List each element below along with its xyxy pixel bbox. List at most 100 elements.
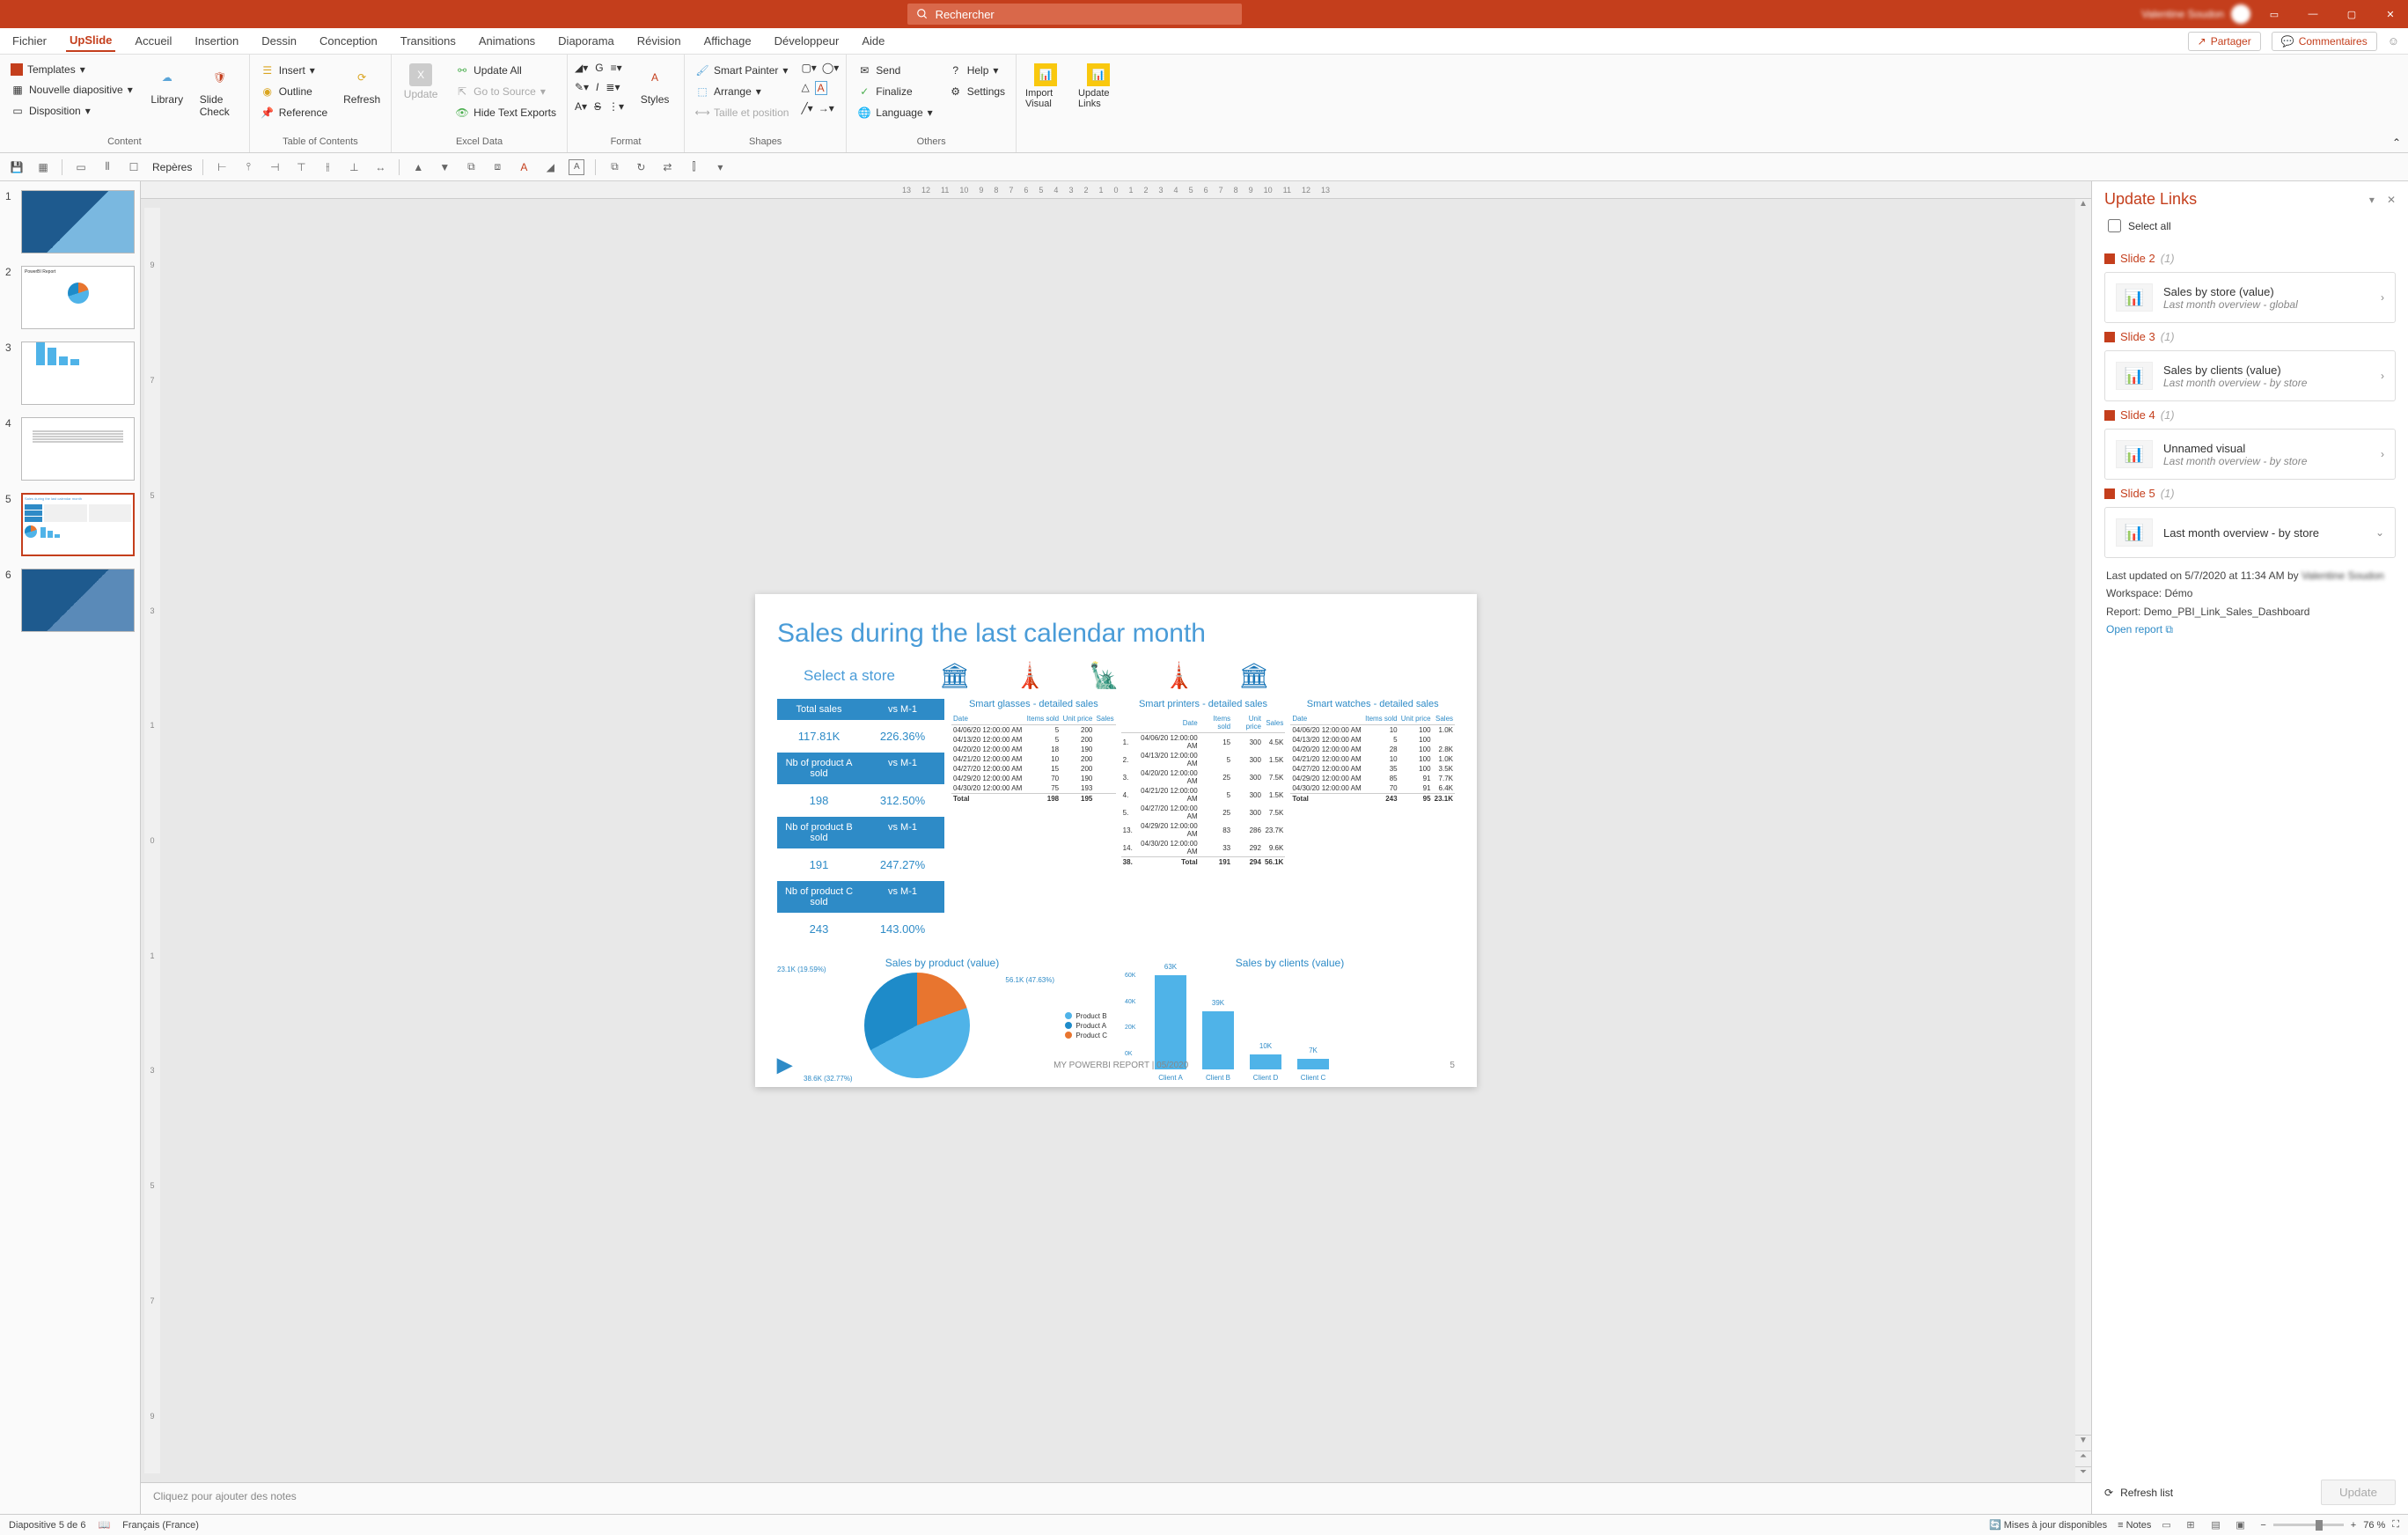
templates-button[interactable]: Templates ▾ <box>7 62 136 77</box>
zoom-in-icon[interactable]: + <box>2351 1520 2356 1531</box>
link-card[interactable]: 📊Sales by clients (value)Last month over… <box>2104 350 2396 401</box>
panel-slide-header[interactable]: Slide 2 (1) <box>2104 252 2396 265</box>
tab-fichier[interactable]: Fichier <box>9 31 50 51</box>
color-a-icon[interactable]: A <box>516 159 532 175</box>
vertical-scrollbar[interactable]: ▲▼⏶⏷ <box>2075 199 2091 1482</box>
tab-diaporama[interactable]: Diaporama <box>554 31 618 51</box>
thumb-3[interactable]: 3 <box>5 342 135 405</box>
updates-icon[interactable]: 🔄 Mises à jour disponibles <box>1989 1519 2107 1531</box>
align-top-icon[interactable]: ⊤ <box>293 159 309 175</box>
collapse-ribbon-icon[interactable]: ⌃ <box>2385 55 2408 152</box>
more2-icon[interactable]: ▾ <box>712 159 728 175</box>
qat-box-icon[interactable]: ☐ <box>126 159 142 175</box>
align-mid-icon[interactable]: ⫲ <box>319 159 335 175</box>
tab-conception[interactable]: Conception <box>316 31 381 51</box>
arrow-icon[interactable]: →▾ <box>819 102 834 114</box>
tab-revision[interactable]: Révision <box>634 31 685 51</box>
flip-icon[interactable]: ⇄ <box>659 159 675 175</box>
styles-button[interactable]: AStyles <box>633 62 677 107</box>
align-bot-icon[interactable]: ⊥ <box>346 159 362 175</box>
refresh-toc-button[interactable]: ⟳Refresh <box>340 62 384 107</box>
spellcheck-icon[interactable]: 📖 <box>98 1519 110 1531</box>
update-links-button[interactable]: 📊Update Links <box>1076 62 1120 111</box>
tab-developpeur[interactable]: Développeur <box>771 31 843 51</box>
minimize-icon[interactable]: — <box>2302 9 2324 19</box>
qat-colors-icon[interactable]: ▦ <box>35 159 51 175</box>
comments-button[interactable]: 💬Commentaires <box>2272 32 2377 51</box>
thumb-2[interactable]: 2PowerBI Report <box>5 266 135 329</box>
import-visual-button[interactable]: 📊Import Visual <box>1024 62 1068 111</box>
reperes-toggle[interactable]: Repères <box>152 161 192 173</box>
fill2-icon[interactable]: ◢ <box>542 159 558 175</box>
line-icon[interactable]: ✎▾ <box>575 81 589 93</box>
qat-ungroup-icon[interactable]: ▭ <box>73 159 89 175</box>
text-box-icon[interactable]: A <box>815 81 827 95</box>
smiley-icon[interactable]: ☺ <box>2388 34 2399 48</box>
tab-upslide[interactable]: UpSlide <box>66 30 115 52</box>
textbox-icon[interactable]: A <box>569 159 584 175</box>
crop-icon[interactable]: ⧉ <box>606 159 622 175</box>
bold-icon[interactable]: G <box>595 62 603 74</box>
front-icon[interactable]: ▲ <box>410 159 426 175</box>
smart-painter-button[interactable]: 🖌Smart Painter ▾ <box>692 62 792 79</box>
zoom-slider[interactable] <box>2273 1524 2344 1526</box>
help-button[interactable]: ?Help ▾ <box>945 62 1009 79</box>
strike-icon[interactable]: S <box>594 100 601 113</box>
align-center-icon[interactable]: ⫯ <box>240 159 256 175</box>
finalize-button[interactable]: ✓Finalize <box>854 83 936 100</box>
fill-icon[interactable]: ◢▾ <box>575 62 588 74</box>
back-icon[interactable]: ▼ <box>437 159 452 175</box>
status-slide-count[interactable]: Diapositive 5 de 6 <box>9 1520 85 1531</box>
update-all-button[interactable]: ⚯Update All <box>452 62 560 79</box>
panel-slide-header[interactable]: Slide 3 (1) <box>2104 330 2396 343</box>
maximize-icon[interactable]: ▢ <box>2341 9 2362 20</box>
ribbon-display-icon[interactable]: ▭ <box>2264 9 2285 20</box>
outline-button[interactable]: ◉Outline <box>257 83 331 100</box>
tab-affichage[interactable]: Affichage <box>701 31 755 51</box>
qat-dist-icon[interactable]: ⫴ <box>99 159 115 175</box>
align-icon[interactable]: ≣▾ <box>606 81 620 93</box>
thumb-4[interactable]: 4 <box>5 417 135 481</box>
italic-icon[interactable]: I <box>596 81 598 93</box>
thumb-6[interactable]: 6 <box>5 569 135 632</box>
close-icon[interactable]: ✕ <box>2380 9 2401 20</box>
panel-close-icon[interactable]: ✕ <box>2387 194 2396 206</box>
new-slide-button[interactable]: ▦Nouvelle diapositive ▾ <box>7 81 136 99</box>
qat-save-icon[interactable]: 💾 <box>9 159 25 175</box>
tab-insertion[interactable]: Insertion <box>191 31 242 51</box>
send-button[interactable]: ✉Send <box>854 62 936 79</box>
rotate-icon[interactable]: ↻ <box>633 159 649 175</box>
search-box[interactable]: Rechercher <box>907 4 1242 25</box>
square-icon[interactable]: ▢▾ <box>801 62 816 74</box>
align-left-icon[interactable]: ⊢ <box>214 159 230 175</box>
share-button[interactable]: ↗Partager <box>2188 32 2261 51</box>
fit-window-icon[interactable]: ⛶ <box>2392 1519 2399 1531</box>
open-report-link[interactable]: Open report ⧉ <box>2106 623 2173 635</box>
sorter-view-icon[interactable]: ⊞ <box>2186 1519 2200 1531</box>
line-tool-icon[interactable]: ╱▾ <box>801 102 812 114</box>
thumb-5[interactable]: 5Sales during the last calendar month <box>5 493 135 556</box>
link-card[interactable]: 📊Unnamed visualLast month overview - by … <box>2104 429 2396 480</box>
font-color-icon[interactable]: A▾ <box>575 100 587 113</box>
link-card[interactable]: 📊Last month overview - by store⌄ <box>2104 507 2396 558</box>
arrange-button[interactable]: ⬚Arrange ▾ <box>692 83 792 100</box>
tab-dessin[interactable]: Dessin <box>258 31 300 51</box>
normal-view-icon[interactable]: ▭ <box>2162 1519 2176 1531</box>
notes-toggle[interactable]: ≡ Notes <box>2118 1520 2151 1531</box>
user-account[interactable]: Valentine Soudon <box>2141 4 2250 24</box>
notes-pane[interactable]: Cliquez pour ajouter des notes <box>141 1482 2091 1514</box>
refresh-list-button[interactable]: ⟳Refresh list <box>2104 1487 2173 1499</box>
slideshow-icon[interactable]: ▣ <box>2235 1519 2250 1531</box>
tab-animations[interactable]: Animations <box>475 31 539 51</box>
hide-text-button[interactable]: 👁Hide Text Exports <box>452 104 560 121</box>
circle-icon[interactable]: ◯▾ <box>822 62 839 74</box>
language-button[interactable]: 🌐Language ▾ <box>854 104 936 121</box>
insert-toc-button[interactable]: ☰Insert ▾ <box>257 62 331 79</box>
dist-h-icon[interactable]: ↔ <box>372 159 388 175</box>
thumb-1[interactable]: 1 <box>5 190 135 253</box>
align-right-icon[interactable]: ⊣ <box>267 159 283 175</box>
ungroup2-icon[interactable]: ⧈ <box>489 159 505 175</box>
select-all-checkbox[interactable]: Select all <box>2104 219 2396 232</box>
reference-button[interactable]: 📌Reference <box>257 104 331 121</box>
layout-button[interactable]: ▭Disposition ▾ <box>7 102 136 120</box>
